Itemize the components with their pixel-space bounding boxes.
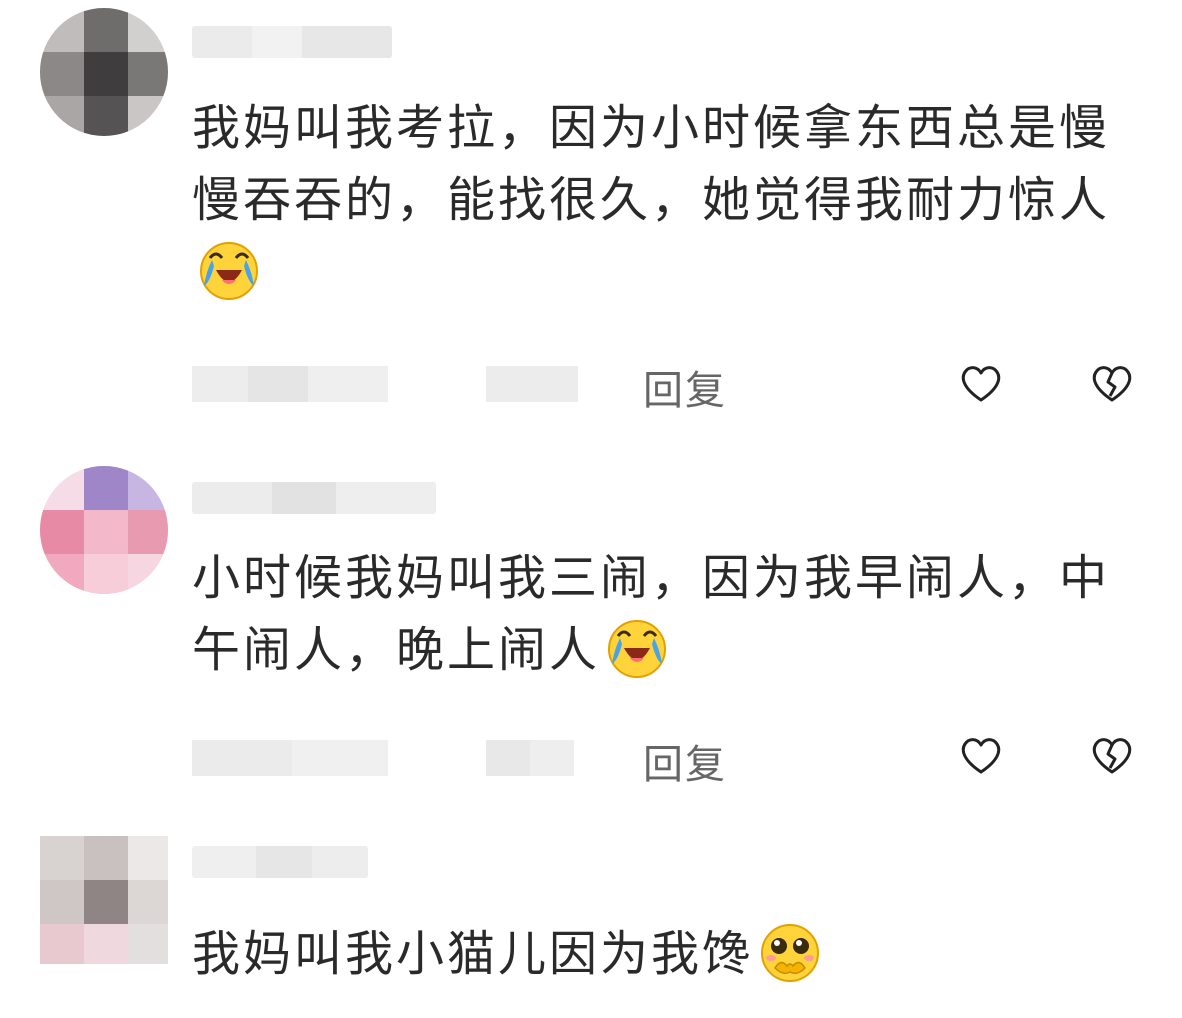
avatar[interactable]	[40, 8, 168, 136]
username-blurred[interactable]	[192, 846, 368, 878]
comment-item: 我妈叫我小猫儿因为我馋	[0, 810, 1182, 1018]
laugh-cry-emoji	[200, 242, 258, 300]
timestamp-blurred	[192, 740, 388, 776]
avatar[interactable]	[40, 836, 168, 964]
heart-icon[interactable]	[957, 360, 1005, 408]
reply-button[interactable]: 回复	[643, 732, 727, 790]
laugh-cry-emoji	[608, 620, 667, 678]
heart-icon[interactable]	[957, 732, 1005, 780]
broken-heart-icon[interactable]	[1088, 360, 1136, 408]
location-blurred	[486, 740, 574, 776]
pleading-emoji	[761, 924, 820, 982]
username-blurred[interactable]	[192, 482, 436, 514]
username-blurred[interactable]	[192, 26, 392, 58]
timestamp-blurred	[192, 366, 388, 402]
avatar[interactable]	[40, 466, 168, 594]
broken-heart-icon[interactable]	[1088, 732, 1136, 780]
comment-item: 小时候我妈叫我三闹，因为我早闹人，中午闹人，晚上闹人 回复	[0, 430, 1182, 810]
comment-item: 我妈叫我考拉，因为小时候拿东西总是慢慢吞吞的，能找很久，她觉得我耐力惊人 回复	[0, 0, 1182, 430]
comment-text: 我妈叫我考拉，因为小时候拿东西总是慢慢吞吞的，能找很久，她觉得我耐力惊人	[192, 92, 1152, 308]
location-blurred	[486, 366, 578, 402]
comment-text: 小时候我妈叫我三闹，因为我早闹人，中午闹人，晚上闹人	[192, 550, 1111, 678]
comment-text: 我妈叫我小猫儿因为我馋	[192, 918, 1152, 990]
reply-button[interactable]: 回复	[643, 358, 727, 416]
